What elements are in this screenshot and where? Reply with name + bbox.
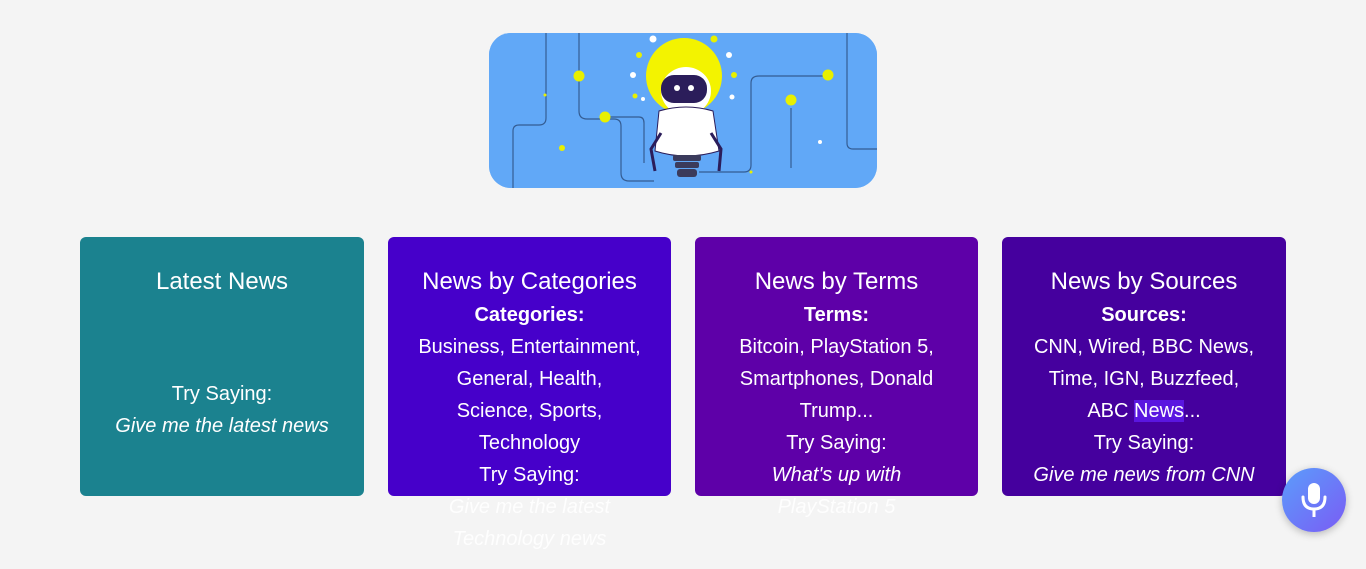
sources-list-line: Time, IGN, Buzzfeed, [1048, 368, 1240, 390]
categories-list-line: General, Health, [456, 368, 603, 390]
sources-label: Sources: [1101, 304, 1187, 326]
sources-list-text: ABC [1087, 400, 1134, 422]
card-title: News by Terms [754, 268, 919, 295]
hero-illustration [489, 33, 877, 188]
sources-list-line: ABC News... [1022, 395, 1266, 427]
terms-list-line: Smartphones, Donald [739, 368, 934, 390]
card-latest-news: Latest News Try Saying: Give me the late… [80, 237, 364, 496]
try-saying-label: Try Saying: [171, 383, 273, 405]
card-title: News by Sources [1050, 268, 1238, 295]
sources-list-text: ... [1184, 400, 1201, 422]
example-phrase: PlayStation 5 [777, 496, 896, 518]
card-news-by-categories: News by Categories Categories: Business,… [388, 237, 671, 550]
microphone-button[interactable] [1282, 468, 1346, 532]
terms-label: Terms: [803, 304, 870, 326]
terms-list-line: Trump... [799, 400, 874, 422]
try-saying-label: Try Saying: [479, 464, 580, 486]
categories-list-line: Technology [478, 432, 581, 454]
try-saying-label: Try Saying: [786, 432, 887, 454]
example-phrase: What's up with [771, 464, 902, 486]
card-news-by-sources: News by Sources Sources: CNN, Wired, BBC… [1002, 237, 1286, 496]
microphone-icon [1301, 483, 1327, 517]
try-saying-label: Try Saying: [1093, 432, 1195, 454]
terms-list-line: Bitcoin, PlayStation 5, [739, 336, 934, 358]
example-phrase: Technology news [452, 528, 607, 550]
categories-list-line: Science, Sports, [456, 400, 603, 422]
categories-label: Categories: [474, 304, 585, 326]
card-title: News by Categories [422, 268, 637, 295]
robot-lightbulb-icon [489, 33, 877, 188]
card-news-by-terms: News by Terms Terms: Bitcoin, PlayStatio… [695, 237, 978, 518]
categories-list-line: Business, Entertainment, [418, 336, 641, 358]
highlighted-text: News [1134, 400, 1185, 422]
example-phrase: Give me news from CNN [1033, 464, 1255, 486]
sources-list-line: CNN, Wired, BBC News, [1033, 336, 1255, 358]
example-phrase: Give me the latest [448, 496, 611, 518]
example-phrase: Give me the latest news [115, 415, 329, 437]
card-title: Latest News [155, 268, 289, 295]
